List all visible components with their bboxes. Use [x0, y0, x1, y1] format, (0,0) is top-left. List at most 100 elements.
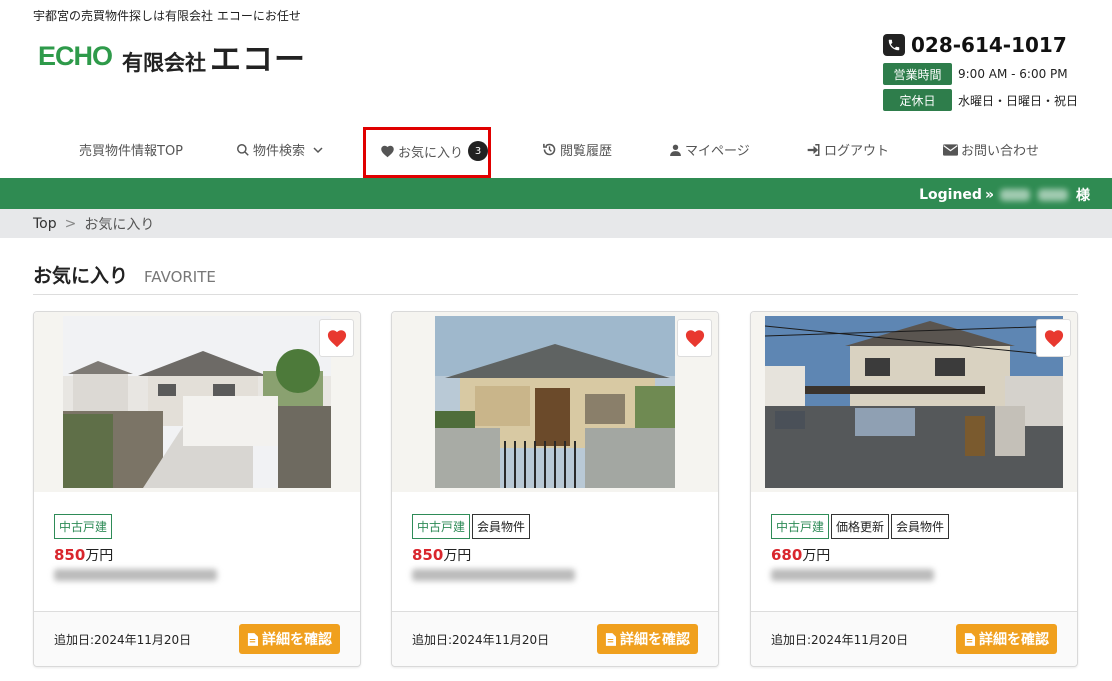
section-title: お気に入り FAVORITE [33, 261, 1078, 295]
favorites-count-badge: 3 [468, 141, 489, 161]
property-address-blurred [54, 569, 217, 581]
nav-item-favorites[interactable]: お気に入り 3 [380, 141, 489, 161]
nav-item-label: お気に入り [398, 145, 464, 161]
login-status-bar: Logined » 様 [0, 178, 1112, 209]
favorite-toggle[interactable] [319, 319, 354, 357]
property-card: 中古戸建 会員物件 850万円 追加日:2024年11月20日 詳細を確認 [391, 311, 719, 667]
property-card: 中古戸建 価格更新 会員物件 680万円 追加日:2024年11月20日 詳細を… [750, 311, 1078, 667]
tag-member-property: 会員物件 [472, 514, 531, 539]
business-hours: 営業時間 9:00 AM - 6:00 PM [883, 63, 1078, 85]
button-label: 詳細を確認 [979, 632, 1049, 648]
view-details-button[interactable]: 詳細を確認 [597, 624, 698, 654]
property-tags: 中古戸建 [54, 514, 340, 539]
user-name-blurred [1038, 189, 1068, 201]
nav-item-logout[interactable]: ログアウト [806, 140, 889, 159]
card-footer: 追加日:2024年11月20日 詳細を確認 [34, 611, 360, 666]
property-info: 中古戸建 850万円 [34, 492, 360, 611]
nav-item-history[interactable]: 閲覧履歴 [542, 140, 612, 159]
search-icon [237, 143, 249, 156]
tag-used-house: 中古戸建 [412, 514, 471, 539]
property-image-area[interactable] [34, 312, 360, 492]
site-header: 宇都宮の売買物件探しは有限会社 エコーにお任せ ECHO 有限会社 エコー 02… [0, 0, 1112, 126]
holidays: 定休日 水曜日・日曜日・祝日 [883, 89, 1078, 111]
double-chevron-right-icon: » [984, 187, 994, 203]
page-title: お気に入り [33, 265, 129, 287]
holiday-label: 定休日 [883, 89, 952, 111]
button-label: 詳細を確認 [262, 632, 332, 648]
property-card: 中古戸建 850万円 追加日:2024年11月20日 詳細を確認 [33, 311, 361, 667]
price-unit: 万円 [443, 548, 472, 564]
nav-item-label: お問い合わせ [961, 144, 1040, 159]
envelope-icon [943, 143, 958, 156]
honorific: 様 [1076, 188, 1090, 204]
user-icon [670, 144, 681, 156]
price-value: 850 [412, 546, 444, 564]
site-logo[interactable]: ECHO 有限会社 エコー [38, 34, 306, 79]
heart-icon [381, 145, 394, 158]
favorite-toggle[interactable] [1036, 319, 1071, 357]
favorites-section: お気に入り FAVORITE 中古戸建 850万円 追加日:2024年11月20… [0, 238, 1112, 675]
nav-item-top[interactable]: 売買物件情報TOP [79, 140, 183, 159]
property-photo [63, 316, 331, 488]
property-image-area[interactable] [751, 312, 1077, 492]
site-tagline: 宇都宮の売買物件探しは有限会社 エコーにお任せ [33, 9, 301, 23]
heart-icon [685, 330, 704, 348]
history-icon [543, 143, 556, 156]
nav-item-label: 物件検索 [253, 144, 306, 159]
price-value: 850 [54, 546, 86, 564]
tag-used-house: 中古戸建 [54, 514, 113, 539]
added-date: 追加日:2024年11月20日 [54, 632, 192, 647]
hours-value: 9:00 AM - 6:00 PM [958, 67, 1068, 81]
property-info: 中古戸建 価格更新 会員物件 680万円 [751, 492, 1077, 611]
document-icon [964, 632, 975, 646]
property-price: 850万円 [54, 545, 340, 565]
sign-out-icon [807, 143, 820, 156]
login-status: Logined » 様 [919, 185, 1090, 205]
property-address-blurred [771, 569, 934, 581]
property-address-blurred [412, 569, 575, 581]
property-price: 680万円 [771, 545, 1057, 565]
nav-item-contact[interactable]: お問い合わせ [943, 140, 1039, 159]
page-subtitle: FAVORITE [144, 268, 216, 286]
price-value: 680 [771, 546, 803, 564]
phone-number[interactable]: 028-614-1017 [883, 33, 1078, 57]
property-photo [435, 316, 675, 488]
nav-item-label: ログアウト [824, 144, 890, 159]
logined-label: Logined [919, 187, 982, 203]
property-tags: 中古戸建 価格更新 会員物件 [771, 514, 1057, 539]
breadcrumb-home-link[interactable]: Top [33, 216, 57, 232]
nav-item-search[interactable]: 物件検索 [236, 140, 326, 159]
property-info: 中古戸建 会員物件 850万円 [392, 492, 718, 611]
view-details-button[interactable]: 詳細を確認 [239, 624, 340, 654]
price-unit: 万円 [802, 548, 831, 564]
property-price: 850万円 [412, 545, 698, 565]
favorites-list: 中古戸建 850万円 追加日:2024年11月20日 詳細を確認 中古戸建 会員… [33, 295, 1079, 675]
nav-item-mypage[interactable]: マイページ [669, 140, 750, 159]
property-photo [765, 316, 1063, 488]
property-tags: 中古戸建 会員物件 [412, 514, 698, 539]
tag-member-property: 会員物件 [891, 514, 950, 539]
nav-item-label: 閲覧履歴 [560, 144, 613, 159]
tag-price-updated: 価格更新 [831, 514, 890, 539]
company-prefix: 有限会社 [122, 51, 207, 75]
view-details-button[interactable]: 詳細を確認 [956, 624, 1057, 654]
phone-text: 028-614-1017 [911, 33, 1067, 57]
company-main-name: エコー [210, 42, 307, 78]
property-image-area[interactable] [392, 312, 718, 492]
tag-used-house: 中古戸建 [771, 514, 830, 539]
heart-icon [1044, 330, 1063, 348]
favorite-toggle[interactable] [677, 319, 712, 357]
price-unit: 万円 [85, 548, 114, 564]
heart-icon [327, 330, 346, 348]
phone-icon [883, 34, 905, 56]
hours-label: 営業時間 [883, 63, 952, 85]
nav-item-label: 売買物件情報TOP [79, 144, 184, 159]
breadcrumb-current: お気に入り [84, 216, 155, 233]
nav-item-label: マイページ [685, 144, 750, 159]
chevron-down-icon [313, 146, 323, 153]
echo-logo-mark: ECHO [38, 41, 113, 71]
document-icon [247, 632, 258, 646]
added-date: 追加日:2024年11月20日 [412, 632, 550, 647]
main-nav: 売買物件情報TOP 物件検索 お気に入り 3 閲覧履歴 マイページ ログアウト … [0, 126, 1112, 178]
company-name: 有限会社 エコー [122, 34, 306, 79]
